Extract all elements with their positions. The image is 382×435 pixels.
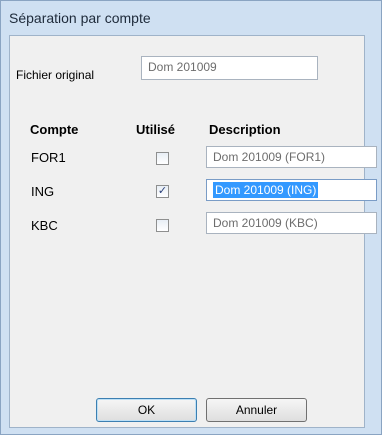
description-value: Dom 201009 (ING)	[213, 182, 319, 198]
column-header-account: Compte	[30, 122, 79, 137]
ok-button[interactable]: OK	[96, 398, 197, 422]
dialog-client-area: Fichier original Dom 201009 Compte Utili…	[9, 35, 377, 428]
account-name: ING	[31, 184, 55, 199]
column-header-description: Description	[209, 122, 281, 137]
window-title: Séparation par compte	[9, 10, 151, 26]
title-bar[interactable]: Séparation par compte	[1, 1, 381, 35]
used-checkbox[interactable]	[156, 219, 169, 232]
description-field[interactable]: Dom 201009 (KBC)	[206, 212, 377, 234]
description-field[interactable]: Dom 201009 (ING)	[206, 179, 377, 201]
account-name: KBC	[31, 218, 58, 233]
description-value: Dom 201009 (FOR1)	[213, 150, 326, 164]
cancel-button[interactable]: Annuler	[206, 398, 307, 422]
used-checkbox[interactable]: ✓	[156, 185, 169, 198]
description-field[interactable]: Dom 201009 (FOR1)	[206, 146, 377, 168]
column-header-used: Utilisé	[136, 122, 176, 137]
description-value: Dom 201009 (KBC)	[213, 216, 318, 230]
dialog-window: Séparation par compte Fichier original D…	[0, 0, 382, 435]
account-name: FOR1	[31, 150, 66, 165]
original-file-field[interactable]: Dom 201009	[141, 56, 318, 80]
original-file-value: Dom 201009	[148, 60, 217, 74]
used-checkbox[interactable]	[156, 152, 169, 165]
original-file-label: Fichier original	[16, 68, 95, 82]
